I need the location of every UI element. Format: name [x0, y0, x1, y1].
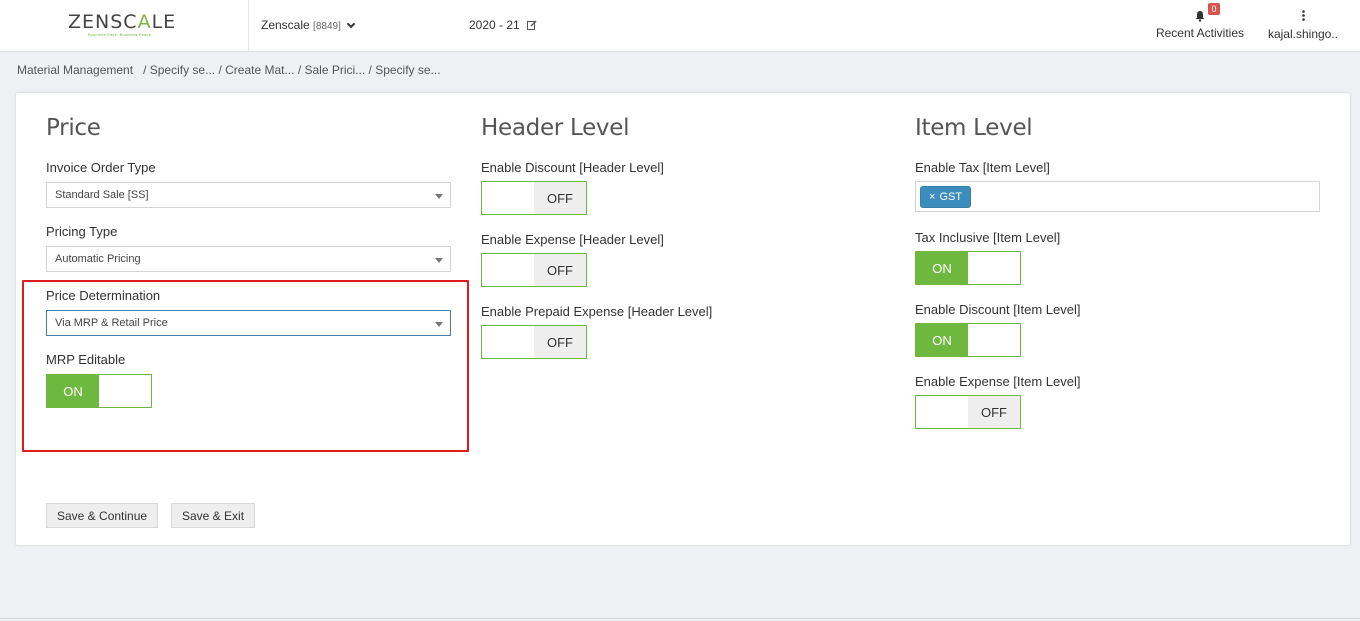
- fiscal-year-value: 2020 - 21: [469, 18, 520, 32]
- enable-tax-item-label: Enable Tax [Item Level]: [915, 160, 1050, 175]
- pricing-type-value: Automatic Pricing: [55, 253, 141, 265]
- tax-inclusive-item-label: Tax Inclusive [Item Level]: [915, 230, 1061, 245]
- toggle-on-label: ON: [916, 324, 968, 356]
- notification-badge: 0: [1208, 3, 1220, 15]
- company-selector[interactable]: Zenscale [8849]: [261, 18, 356, 32]
- toggle-handle: [968, 252, 1020, 284]
- enable-expense-header-label: Enable Expense [Header Level]: [481, 232, 664, 247]
- fiscal-year-selector[interactable]: 2020 - 21: [469, 18, 537, 32]
- tax-chip-gst[interactable]: × GST: [920, 186, 972, 208]
- breadcrumb-item-sale-pricing[interactable]: / Sale Prici...: [298, 63, 365, 77]
- toggle-on-label: ON: [47, 375, 99, 407]
- tax-chip-label: GST: [939, 191, 963, 203]
- enable-expense-header-toggle[interactable]: OFF: [481, 253, 587, 287]
- toggle-handle: [482, 182, 534, 214]
- enable-discount-item-toggle[interactable]: ON: [915, 323, 1021, 357]
- pricing-type-label: Pricing Type: [46, 224, 118, 239]
- mrp-editable-label: MRP Editable: [46, 352, 126, 367]
- enable-prepaid-expense-header-label: Enable Prepaid Expense [Header Level]: [481, 304, 713, 319]
- breadcrumb-item-specify-1[interactable]: / Specify se...: [143, 63, 215, 77]
- mrp-editable-toggle[interactable]: ON: [46, 374, 152, 408]
- recent-activities-button[interactable]: Recent Activities: [1150, 8, 1250, 40]
- footer-divider: [0, 618, 1360, 619]
- tax-inclusive-item-toggle[interactable]: ON: [915, 251, 1021, 285]
- invoice-order-type-label: Invoice Order Type: [46, 160, 156, 175]
- toggle-off-label: OFF: [534, 182, 586, 214]
- header-divider: [248, 0, 249, 52]
- breadcrumb-item-specify-2[interactable]: / Specify se...: [369, 63, 441, 77]
- toggle-on-label: ON: [916, 252, 968, 284]
- toggle-off-label: OFF: [968, 396, 1020, 428]
- caret-down-icon: [435, 322, 443, 327]
- top-bar: ZENSCALE Business Ease. Business Peace. …: [0, 0, 1360, 52]
- price-determination-value: Via MRP & Retail Price: [55, 317, 168, 329]
- breadcrumb-item-create-material[interactable]: / Create Mat...: [218, 63, 294, 77]
- edit-icon: [527, 20, 537, 30]
- user-menu[interactable]: kajal.shingo..: [1265, 8, 1341, 41]
- toggle-handle: [968, 324, 1020, 356]
- pricing-type-select[interactable]: Automatic Pricing: [46, 246, 451, 272]
- enable-tax-item-multiselect[interactable]: × GST: [915, 181, 1320, 212]
- bell-icon: [1195, 11, 1205, 22]
- breadcrumb: Material Management / Specify se... / Cr…: [17, 63, 441, 77]
- toggle-handle: [482, 254, 534, 286]
- chevron-down-icon: [346, 19, 356, 29]
- enable-discount-item-label: Enable Discount [Item Level]: [915, 302, 1081, 317]
- enable-discount-header-toggle[interactable]: OFF: [481, 181, 587, 215]
- toggle-off-label: OFF: [534, 326, 586, 358]
- toggle-handle: [99, 375, 151, 407]
- toggle-handle: [916, 396, 968, 428]
- price-section-title: Price: [46, 115, 101, 141]
- enable-expense-item-label: Enable Expense [Item Level]: [915, 374, 1081, 389]
- toggle-handle: [482, 326, 534, 358]
- item-level-section-title: Item Level: [915, 115, 1033, 141]
- caret-down-icon: [435, 258, 443, 263]
- enable-discount-header-label: Enable Discount [Header Level]: [481, 160, 664, 175]
- price-determination-label: Price Determination: [46, 288, 161, 303]
- company-code: [8849]: [313, 21, 341, 32]
- company-name: Zenscale: [261, 18, 310, 32]
- enable-prepaid-expense-header-toggle[interactable]: OFF: [481, 325, 587, 359]
- breadcrumb-item-material-management[interactable]: Material Management: [17, 63, 133, 77]
- invoice-order-type-select[interactable]: Standard Sale [SS]: [46, 182, 451, 208]
- invoice-order-type-value: Standard Sale [SS]: [55, 189, 149, 201]
- caret-down-icon: [435, 194, 443, 199]
- toggle-off-label: OFF: [534, 254, 586, 286]
- header-level-section-title: Header Level: [481, 115, 630, 141]
- save-exit-button[interactable]: Save & Exit: [171, 503, 256, 528]
- enable-expense-item-toggle[interactable]: OFF: [915, 395, 1021, 429]
- price-determination-select[interactable]: Via MRP & Retail Price: [46, 310, 451, 336]
- logo-wordmark: ZENSCALE: [68, 11, 177, 33]
- settings-card: Price Invoice Order Type Standard Sale […: [15, 92, 1351, 546]
- recent-activities-label: Recent Activities: [1155, 26, 1245, 40]
- close-icon[interactable]: ×: [929, 191, 935, 203]
- kebab-menu-icon: [1301, 10, 1305, 21]
- zenscale-logo[interactable]: ZENSCALE Business Ease. Business Peace.: [68, 12, 183, 38]
- save-continue-button[interactable]: Save & Continue: [46, 503, 159, 528]
- user-name: kajal.shingo..: [1267, 27, 1339, 41]
